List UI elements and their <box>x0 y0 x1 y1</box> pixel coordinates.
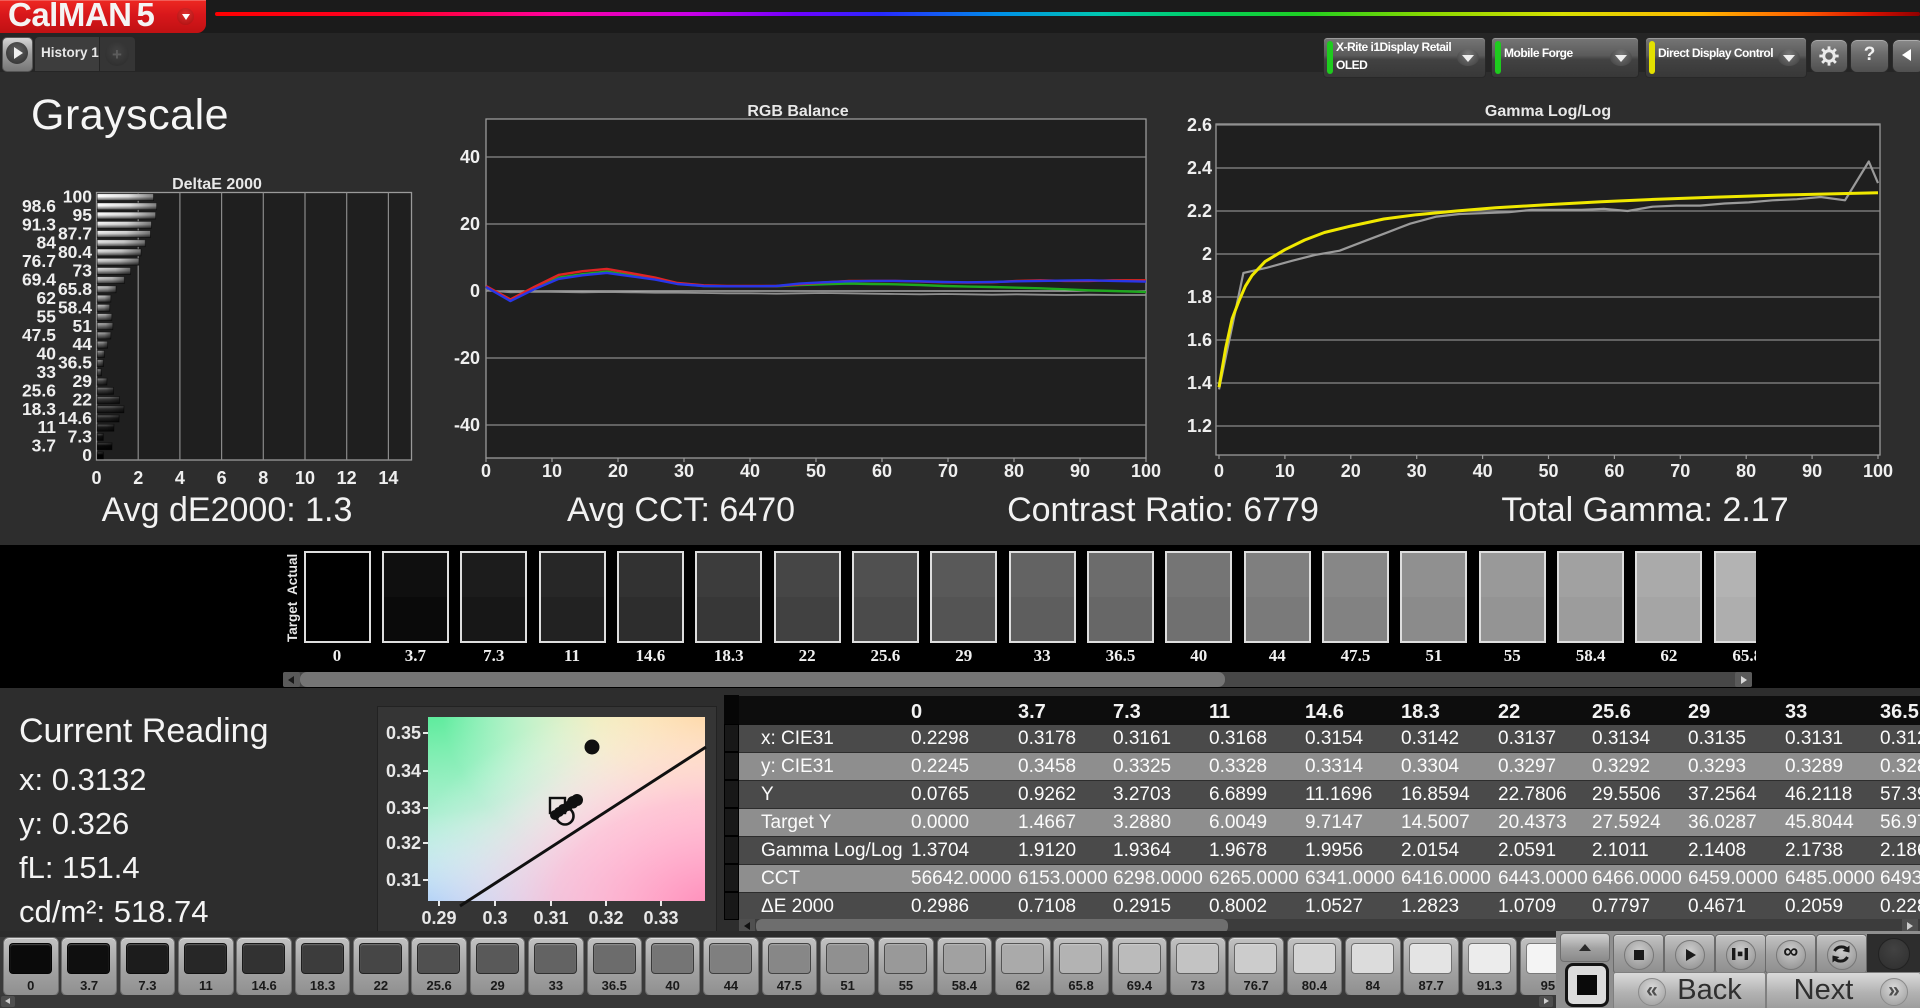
svg-text:2.6: 2.6 <box>1187 115 1212 135</box>
svg-text:1.2: 1.2 <box>1187 416 1212 436</box>
svg-text:0: 0 <box>91 468 101 488</box>
svg-text:69.4: 69.4 <box>22 270 56 290</box>
svg-text:14.6: 14.6 <box>58 408 92 428</box>
svg-text:0.34: 0.34 <box>386 761 421 781</box>
svg-text:91.3: 91.3 <box>22 214 56 234</box>
svg-text:0.33: 0.33 <box>386 798 421 818</box>
svg-text:18.3: 18.3 <box>22 399 56 419</box>
svg-text:RGB Balance: RGB Balance <box>747 103 848 120</box>
svg-text:DeltaE 2000: DeltaE 2000 <box>172 176 262 193</box>
svg-text:65.8: 65.8 <box>58 279 92 299</box>
svg-text:29: 29 <box>73 371 93 391</box>
svg-text:90: 90 <box>1802 461 1822 481</box>
svg-text:4: 4 <box>175 468 185 488</box>
svg-text:25.6: 25.6 <box>22 380 56 400</box>
svg-text:10: 10 <box>295 468 315 488</box>
svg-text:80.4: 80.4 <box>58 242 92 262</box>
svg-text:0.31: 0.31 <box>533 908 568 928</box>
svg-text:87.7: 87.7 <box>58 224 92 244</box>
svg-text:51: 51 <box>73 316 93 336</box>
svg-text:30: 30 <box>1407 461 1427 481</box>
svg-text:100: 100 <box>63 187 92 207</box>
svg-text:0: 0 <box>470 281 480 301</box>
svg-text:0.3: 0.3 <box>482 908 507 928</box>
svg-text:11: 11 <box>38 417 57 437</box>
svg-text:1.8: 1.8 <box>1187 287 1212 307</box>
svg-text:20: 20 <box>608 461 628 481</box>
svg-text:0.35: 0.35 <box>386 723 421 743</box>
svg-text:80: 80 <box>1004 461 1024 481</box>
svg-text:12: 12 <box>337 468 357 488</box>
svg-text:100: 100 <box>1863 461 1893 481</box>
svg-text:-20: -20 <box>454 348 480 368</box>
svg-text:20: 20 <box>1341 461 1361 481</box>
svg-text:0: 0 <box>1214 461 1224 481</box>
svg-text:90: 90 <box>1070 461 1090 481</box>
svg-text:6: 6 <box>217 468 227 488</box>
svg-text:10: 10 <box>542 461 562 481</box>
svg-text:50: 50 <box>806 461 826 481</box>
svg-text:44: 44 <box>73 334 93 354</box>
svg-text:2.2: 2.2 <box>1187 201 1212 221</box>
svg-text:10: 10 <box>1275 461 1295 481</box>
svg-text:2: 2 <box>1202 244 1212 264</box>
svg-text:20: 20 <box>460 214 480 234</box>
svg-text:98.6: 98.6 <box>22 196 56 216</box>
svg-text:0: 0 <box>82 445 92 465</box>
svg-text:70: 70 <box>938 461 958 481</box>
svg-text:Gamma Log/Log: Gamma Log/Log <box>1485 103 1611 120</box>
svg-text:84: 84 <box>37 233 57 253</box>
svg-text:73: 73 <box>73 260 93 280</box>
svg-text:36.5: 36.5 <box>58 353 92 373</box>
svg-text:60: 60 <box>872 461 892 481</box>
svg-text:2.4: 2.4 <box>1187 158 1212 178</box>
svg-text:0.29: 0.29 <box>421 908 456 928</box>
svg-text:50: 50 <box>1538 461 1558 481</box>
svg-text:55: 55 <box>37 307 57 327</box>
svg-text:7.3: 7.3 <box>68 426 93 446</box>
svg-text:40: 40 <box>460 147 480 167</box>
svg-text:3.7: 3.7 <box>32 436 56 456</box>
svg-text:-40: -40 <box>454 415 480 435</box>
svg-text:0.32: 0.32 <box>588 908 623 928</box>
svg-text:100: 100 <box>1131 461 1161 481</box>
svg-text:22: 22 <box>73 390 93 410</box>
svg-text:0.32: 0.32 <box>386 833 421 853</box>
svg-text:2: 2 <box>133 468 143 488</box>
svg-text:30: 30 <box>674 461 694 481</box>
svg-text:1.6: 1.6 <box>1187 330 1212 350</box>
svg-text:14: 14 <box>378 468 398 488</box>
svg-text:47.5: 47.5 <box>22 325 56 345</box>
svg-text:0.31: 0.31 <box>386 870 421 890</box>
svg-text:95: 95 <box>73 205 93 225</box>
svg-text:80: 80 <box>1736 461 1756 481</box>
svg-text:60: 60 <box>1604 461 1624 481</box>
svg-text:40: 40 <box>740 461 760 481</box>
svg-text:58.4: 58.4 <box>58 297 92 317</box>
svg-text:40: 40 <box>37 343 57 363</box>
svg-text:0: 0 <box>481 461 491 481</box>
svg-text:70: 70 <box>1670 461 1690 481</box>
svg-text:40: 40 <box>1473 461 1493 481</box>
svg-text:8: 8 <box>258 468 268 488</box>
svg-text:33: 33 <box>37 362 57 382</box>
svg-text:0.33: 0.33 <box>643 908 678 928</box>
svg-text:62: 62 <box>37 288 57 308</box>
svg-text:1.4: 1.4 <box>1187 373 1212 393</box>
svg-text:76.7: 76.7 <box>22 251 56 271</box>
